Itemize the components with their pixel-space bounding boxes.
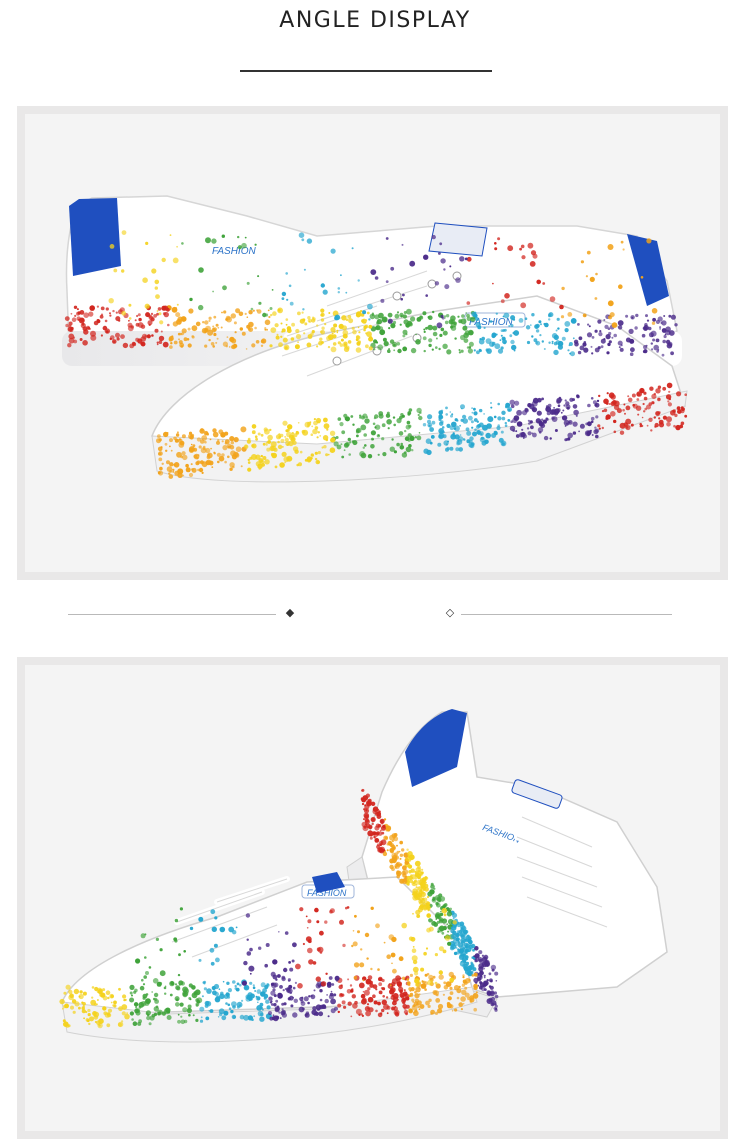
sneaker-pair-angled-view-image: FASHION FASHION bbox=[59, 709, 668, 1043]
title-underline bbox=[240, 70, 492, 72]
divider-line-right bbox=[461, 614, 672, 615]
photo-panel-side-view: FASHION FASHION bbox=[17, 106, 728, 580]
sneaker-pair-side-view-image: FASHION FASHION bbox=[62, 195, 688, 483]
diamond-filled-icon: ◆ bbox=[285, 606, 295, 619]
photo-panel-angled-view: FASHION FASHION bbox=[17, 657, 728, 1139]
back-shoe-logo-text: FASHION bbox=[212, 246, 256, 257]
section-title: ANGLE DISPLAY bbox=[279, 8, 471, 33]
diamond-outline-icon: ◇ bbox=[445, 606, 455, 619]
divider-line-left bbox=[68, 614, 276, 615]
